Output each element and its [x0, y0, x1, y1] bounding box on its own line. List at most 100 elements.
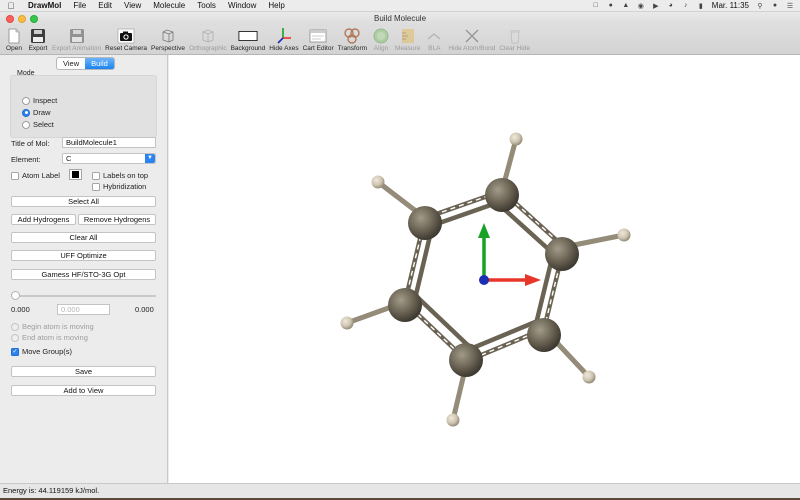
- menu-app-name[interactable]: DrawMol: [22, 1, 67, 10]
- hybridization-checkbox[interactable]: Hybridization: [92, 182, 146, 191]
- hide-atom-bond-button[interactable]: Hide Atom/Bond: [446, 26, 497, 52]
- select-all-button[interactable]: Select All: [11, 196, 156, 207]
- molecule-3d-viewport[interactable]: [169, 55, 800, 483]
- hide-atom-bond-label: Hide Atom/Bond: [448, 45, 496, 52]
- labels-on-top-checkbox[interactable]: Labels on top: [92, 171, 148, 180]
- open-button[interactable]: Open: [2, 26, 26, 52]
- menu-tools[interactable]: Tools: [191, 1, 222, 10]
- menu-view[interactable]: View: [118, 1, 147, 10]
- transform-button[interactable]: Transform: [336, 26, 369, 52]
- cart-editor-button[interactable]: Cart Editor: [301, 26, 336, 52]
- element-label: Element:: [11, 155, 41, 164]
- measure-icon: [398, 27, 418, 45]
- export-button[interactable]: Export: [26, 26, 50, 52]
- wifi-icon[interactable]: ◕: [667, 2, 675, 10]
- remove-hydrogens-button[interactable]: Remove Hydrogens: [78, 214, 156, 225]
- title-of-mol-field[interactable]: BuildMolecule1: [62, 137, 156, 148]
- bond-slider-handle[interactable]: [11, 291, 20, 300]
- molecule-canvas[interactable]: [169, 55, 800, 483]
- tab-view[interactable]: View: [57, 58, 85, 69]
- volume-icon[interactable]: ♪: [682, 2, 690, 10]
- atom-label-color-swatch[interactable]: [69, 169, 82, 180]
- uff-optimize-button[interactable]: UFF Optimize: [11, 250, 156, 261]
- mode-draw-radio[interactable]: Draw: [22, 108, 51, 117]
- clear-hide-icon: [505, 27, 525, 45]
- save-button[interactable]: Save: [11, 366, 156, 377]
- radio-indicator: [22, 96, 30, 105]
- bla-label: BLA: [428, 45, 441, 52]
- background-button[interactable]: Background: [229, 26, 268, 52]
- add-hydrogens-button[interactable]: Add Hydrogens: [11, 214, 76, 225]
- menu-edit[interactable]: Edit: [92, 1, 118, 10]
- apple-menu-icon[interactable]: : [0, 1, 22, 11]
- perspective-label: Perspective: [151, 45, 186, 52]
- clear-hide-button[interactable]: Clear Hide: [497, 26, 532, 52]
- gamess-opt-button[interactable]: Gamess HF/STO-3G Opt: [11, 269, 156, 280]
- move-groups-label: Move Group(s): [22, 347, 73, 356]
- slider-value-field[interactable]: 0.000: [57, 304, 110, 315]
- perspective-button[interactable]: Perspective: [149, 26, 187, 52]
- carbon-atom[interactable]: [527, 318, 561, 352]
- mode-select-label: Select: [33, 120, 54, 129]
- checkbox-box: [92, 182, 100, 191]
- orthographic-button[interactable]: Orthographic: [187, 26, 229, 52]
- window-titlebar: Build Molecule: [0, 12, 800, 26]
- carbon-atom[interactable]: [545, 237, 579, 271]
- menu-help[interactable]: Help: [262, 1, 290, 10]
- hydrogen-atom[interactable]: [509, 132, 523, 146]
- battery-icon[interactable]: ▮: [697, 2, 705, 10]
- clear-hide-label: Clear Hide: [499, 45, 531, 52]
- end-atom-moving-radio[interactable]: End atom is moving: [11, 333, 88, 342]
- carbon-atom[interactable]: [408, 206, 442, 240]
- reset-camera-button[interactable]: Reset Camera: [103, 26, 149, 52]
- clear-all-button[interactable]: Clear All: [11, 232, 156, 243]
- radio-indicator-selected: [22, 108, 30, 117]
- hide-axes-button[interactable]: Hide Axes: [267, 26, 300, 52]
- user-avatar-icon[interactable]: ●: [771, 2, 779, 10]
- save-icon: [28, 27, 48, 45]
- move-groups-checkbox[interactable]: ✓ Move Group(s): [11, 347, 72, 356]
- transform-label: Transform: [337, 45, 368, 52]
- slider-min-value: 0.000: [11, 305, 30, 314]
- carbon-atom[interactable]: [485, 178, 519, 212]
- tab-build[interactable]: Build: [85, 58, 114, 69]
- notification-center-icon[interactable]: ☰: [786, 2, 794, 10]
- carbon-atom[interactable]: [449, 343, 483, 377]
- hybridization-text: Hybridization: [103, 182, 147, 191]
- begin-atom-moving-radio[interactable]: Begin atom is moving: [11, 322, 94, 331]
- measure-label: Measure: [395, 45, 421, 52]
- status-menu-icon-1[interactable]: □: [592, 2, 600, 10]
- measure-button[interactable]: Measure: [393, 26, 422, 52]
- align-label: Align: [373, 45, 389, 52]
- menubar-clock[interactable]: Mar. 11:35: [712, 1, 749, 10]
- export-animation-button[interactable]: Export Animation: [50, 26, 103, 52]
- bond-slider-track[interactable]: [13, 295, 156, 297]
- spotlight-search-icon[interactable]: ⚲: [756, 2, 764, 10]
- bla-button[interactable]: BLA: [422, 26, 446, 52]
- status-menu-icon-4[interactable]: ◉: [637, 2, 645, 10]
- status-menu-icon-5[interactable]: ▶: [652, 2, 660, 10]
- hide-axes-label: Hide Axes: [269, 45, 299, 52]
- reset-camera-label: Reset Camera: [105, 45, 148, 52]
- menu-molecule[interactable]: Molecule: [147, 1, 191, 10]
- transform-icon: [342, 27, 362, 45]
- carbon-atom[interactable]: [388, 288, 422, 322]
- menu-file[interactable]: File: [67, 1, 92, 10]
- atom-label-checkbox[interactable]: Atom Label: [11, 171, 60, 180]
- checkbox-box: [92, 171, 100, 180]
- hydrogen-atom[interactable]: [371, 175, 385, 189]
- hydrogen-atom[interactable]: [617, 228, 631, 242]
- hydrogen-atom[interactable]: [340, 316, 354, 330]
- menu-window[interactable]: Window: [222, 1, 262, 10]
- mode-inspect-radio[interactable]: Inspect: [22, 96, 57, 105]
- element-select[interactable]: C ▼: [62, 153, 156, 164]
- add-to-view-button[interactable]: Add to View: [11, 385, 156, 396]
- status-menu-icon-2[interactable]: ●: [607, 2, 615, 10]
- mode-select-radio[interactable]: Select: [22, 120, 54, 129]
- align-button[interactable]: Align: [369, 26, 393, 52]
- hydrogen-atom[interactable]: [582, 370, 596, 384]
- mode-draw-label: Draw: [33, 108, 51, 117]
- chevron-down-icon: ▼: [145, 154, 155, 163]
- hydrogen-atom[interactable]: [446, 413, 460, 427]
- status-menu-icon-3[interactable]: ▲: [622, 2, 630, 10]
